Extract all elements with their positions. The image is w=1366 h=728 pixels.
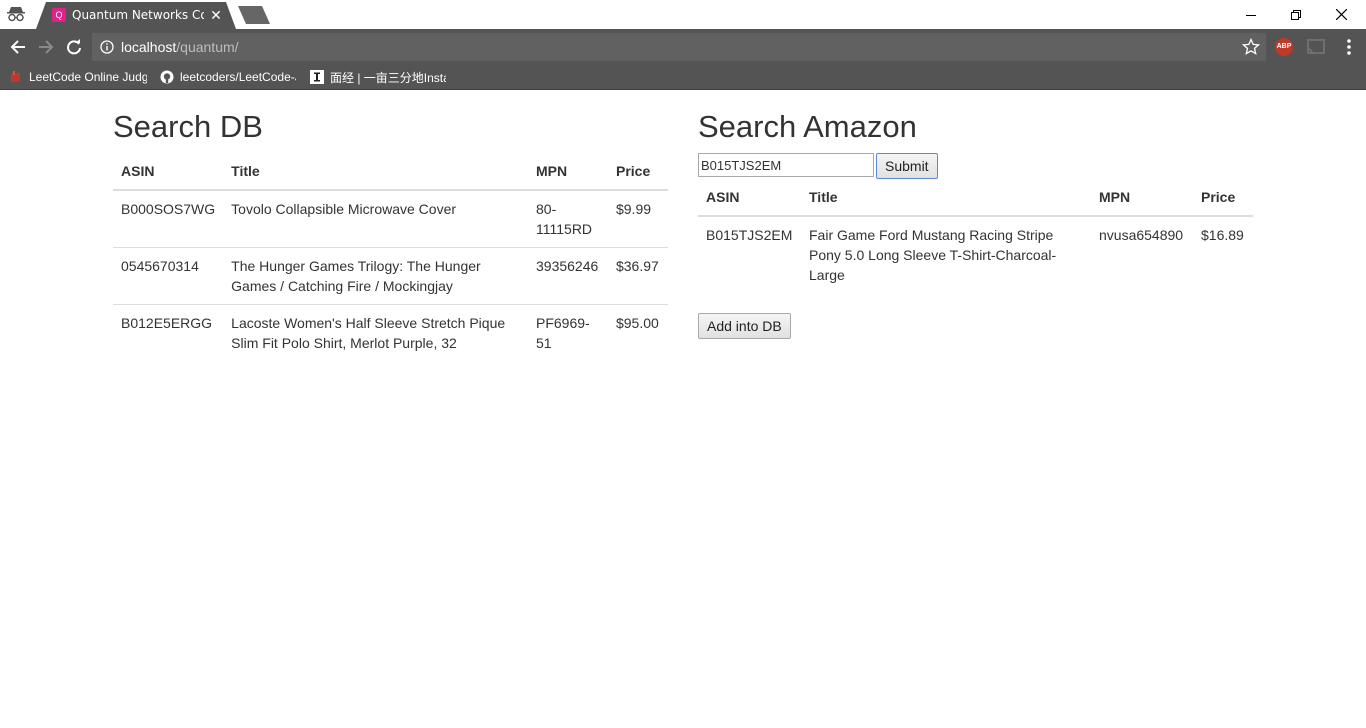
cell-asin: B015TJS2EM — [698, 215, 801, 293]
cast-icon[interactable] — [1307, 39, 1325, 55]
column-header-asin: ASIN — [113, 153, 224, 191]
cell-price: $36.97 — [607, 247, 668, 305]
table-row: 0545670314 The Hunger Games Trilogy: The… — [113, 247, 668, 305]
url-text: localhost/quantum/ — [121, 39, 239, 55]
table-row: B015TJS2EM Fair Game Ford Mustang Racing… — [698, 215, 1253, 293]
page-content: Search DB ASIN Title MPN Price B000SOS7W… — [0, 90, 1366, 728]
cell-title: Tovolo Collapsible Microwave Cover — [223, 189, 528, 248]
browser-menu-icon[interactable] — [1340, 37, 1358, 57]
cell-title: Lacoste Women's Half Sleeve Stretch Piqu… — [223, 304, 528, 361]
forward-button[interactable] — [36, 37, 56, 57]
column-header-title: Title — [801, 179, 1091, 217]
forward-arrow-icon — [39, 40, 54, 54]
cell-mpn: 80-11115RD — [528, 189, 608, 248]
bookmark-leetcode[interactable]: LeetCode Online Judge — [9, 68, 147, 86]
bookmark-star-icon[interactable] — [1242, 38, 1260, 56]
table-header-row: ASIN Title MPN Price — [698, 179, 1253, 217]
close-window-button[interactable] — [1318, 0, 1364, 29]
add-into-db-button[interactable]: Add into DB — [698, 313, 791, 339]
back-button[interactable] — [8, 37, 28, 57]
back-arrow-icon — [10, 40, 25, 54]
restore-icon — [1291, 9, 1301, 20]
instant-icon — [310, 70, 324, 84]
tab-active[interactable]: Q Quantum Networks Coding ✕ — [36, 2, 236, 29]
amazon-results-table: ASIN Title MPN Price B015TJS2EM Fair Gam… — [698, 179, 1253, 293]
new-tab-button[interactable] — [236, 6, 272, 24]
reload-icon — [67, 39, 81, 55]
cell-asin: B012E5ERGG — [113, 304, 224, 361]
close-tab-icon[interactable]: ✕ — [208, 7, 224, 23]
reload-button[interactable] — [64, 37, 84, 57]
cell-mpn: PF6969-51 — [528, 304, 608, 361]
cell-price: $95.00 — [607, 304, 668, 361]
github-icon — [160, 70, 174, 84]
cell-price: $16.89 — [1193, 215, 1253, 293]
cell-mpn: nvusa654890 — [1091, 215, 1193, 293]
browser-toolbar: localhost/quantum/ ABP — [0, 29, 1366, 65]
column-header-price: Price — [1193, 179, 1253, 217]
minimize-button[interactable] — [1228, 0, 1274, 29]
cell-mpn: 39356246 — [528, 247, 608, 305]
info-icon[interactable] — [100, 40, 114, 54]
column-header-price: Price — [607, 153, 668, 191]
incognito-icon — [7, 7, 25, 22]
table-header-row: ASIN Title MPN Price — [113, 153, 668, 191]
db-results-table: ASIN Title MPN Price B000SOS7WG Tovolo C… — [113, 153, 668, 361]
bookmark-label: leetcoders/LeetCode-Java — [180, 70, 296, 84]
minimize-icon — [1246, 14, 1256, 16]
cell-asin: 0545670314 — [113, 247, 224, 305]
search-amazon-heading: Search Amazon — [698, 109, 917, 144]
url-path: /quantum/ — [176, 39, 239, 55]
table-row: B012E5ERGG Lacoste Women's Half Sleeve S… — [113, 304, 668, 361]
column-header-asin: ASIN — [698, 179, 801, 217]
bookmark-label: LeetCode Online Judge — [29, 70, 147, 84]
cell-title: Fair Game Ford Mustang Racing Stripe Pon… — [801, 215, 1091, 293]
asin-search-input[interactable] — [698, 153, 874, 177]
address-bar[interactable]: localhost/quantum/ — [92, 33, 1266, 61]
cell-asin: B000SOS7WG — [113, 189, 224, 248]
adblock-plus-icon[interactable]: ABP — [1275, 38, 1293, 56]
table-row: B000SOS7WG Tovolo Collapsible Microwave … — [113, 189, 668, 248]
leetcode-icon — [11, 71, 20, 82]
search-db-heading: Search DB — [113, 109, 263, 144]
submit-button[interactable]: Submit — [876, 153, 938, 179]
tab-strip: Q Quantum Networks Coding ✕ — [0, 0, 1366, 29]
column-header-mpn: MPN — [1091, 179, 1193, 217]
bookmark-label: 面经 | 一亩三分地Instant — [330, 70, 446, 85]
tab-favicon-icon: Q — [52, 8, 66, 22]
column-header-mpn: MPN — [528, 153, 608, 191]
bookmark-instant[interactable]: 面经 | 一亩三分地Instant — [310, 68, 446, 86]
close-icon — [1335, 9, 1347, 20]
url-host: localhost — [121, 39, 177, 55]
tab-title: Quantum Networks Coding — [72, 8, 204, 22]
cell-price: $9.99 — [607, 189, 668, 248]
bookmarks-bar: LeetCode Online Judge leetcoders/LeetCod… — [0, 65, 1366, 90]
bookmark-github-leetcode[interactable]: leetcoders/LeetCode-Java — [160, 68, 296, 86]
restore-button[interactable] — [1273, 0, 1319, 29]
cell-title: The Hunger Games Trilogy: The Hunger Gam… — [223, 247, 528, 305]
column-header-title: Title — [223, 153, 528, 191]
